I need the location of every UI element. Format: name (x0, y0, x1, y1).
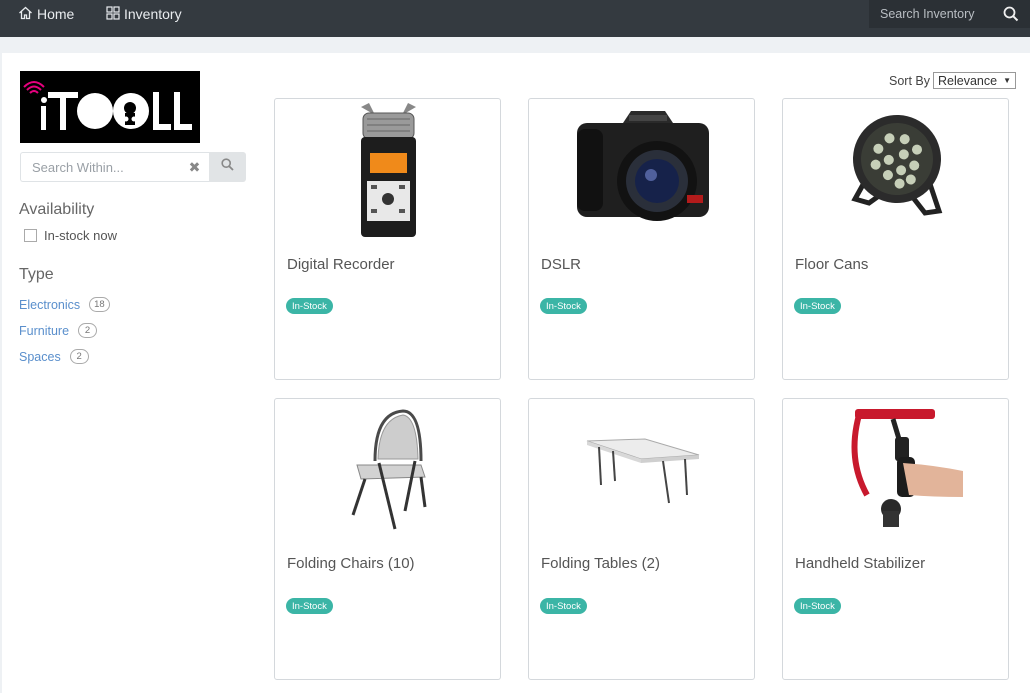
in-stock-badge: In-Stock (540, 298, 587, 314)
nav-home-label: Home (37, 6, 75, 22)
nav-inventory-link[interactable]: Inventory (106, 0, 182, 28)
par-light-image (783, 99, 1010, 244)
sort-value: Relevance (938, 73, 998, 88)
search-icon (221, 158, 234, 176)
in-stock-badge: In-Stock (286, 598, 333, 614)
type-facet-furniture[interactable]: Furniture 2 (19, 323, 98, 338)
home-icon (18, 6, 37, 23)
search-within-group: ✖ (20, 152, 246, 182)
in-stock-badge: In-Stock (794, 598, 841, 614)
facet-count: 2 (78, 323, 98, 338)
in-stock-badge: In-Stock (286, 298, 333, 314)
facet-label[interactable]: Electronics (19, 298, 80, 312)
search-icon[interactable] (1003, 6, 1019, 27)
type-facet-electronics[interactable]: Electronics 18 (19, 297, 110, 312)
in-stock-badge: In-Stock (540, 598, 587, 614)
search-within-input[interactable] (20, 152, 180, 182)
product-card-digital-recorder[interactable]: Digital Recorder In-Stock (274, 98, 501, 380)
search-within-button[interactable] (209, 152, 246, 182)
availability-heading: Availability (19, 201, 95, 218)
sort-label: Sort By (889, 73, 930, 88)
folding-table-image (529, 399, 756, 544)
product-card-dslr[interactable]: DSLR In-Stock (528, 98, 755, 380)
clear-icon[interactable]: ✖ (180, 152, 209, 182)
type-heading: Type (19, 266, 54, 283)
facet-count: 2 (69, 349, 89, 364)
stabilizer-image (783, 399, 1010, 544)
product-card-handheld-stabilizer[interactable]: Handheld Stabilizer In-Stock (782, 398, 1009, 680)
sort-control: Sort By Relevance ▼ (889, 72, 1016, 89)
sort-select[interactable]: Relevance ▼ (933, 72, 1016, 89)
product-title[interactable]: Folding Tables (2) (541, 555, 660, 572)
top-search-box (869, 0, 1030, 28)
product-title[interactable]: Folding Chairs (10) (287, 555, 415, 572)
in-stock-checkbox[interactable] (24, 229, 37, 242)
product-title[interactable]: Floor Cans (795, 256, 868, 273)
type-facet-spaces[interactable]: Spaces 2 (19, 349, 89, 364)
audio-recorder-image (275, 99, 502, 244)
facet-count: 18 (89, 297, 110, 312)
product-card-folding-chairs[interactable]: Folding Chairs (10) In-Stock (274, 398, 501, 680)
top-navbar: Home Inventory (0, 0, 1030, 37)
product-title[interactable]: DSLR (541, 256, 581, 273)
product-title[interactable]: Handheld Stabilizer (795, 555, 925, 572)
facet-label[interactable]: Furniture (19, 324, 69, 338)
product-title[interactable]: Digital Recorder (287, 256, 395, 273)
nav-home-link[interactable]: Home (18, 0, 74, 28)
grid-icon (106, 5, 124, 23)
dropdown-arrow-icon: ▼ (1003, 76, 1011, 85)
product-card-folding-tables[interactable]: Folding Tables (2) In-Stock (528, 398, 755, 680)
in-stock-filter[interactable]: In-stock now (24, 228, 117, 243)
in-stock-label: In-stock now (44, 228, 117, 243)
inventory-search-input[interactable] (880, 7, 1000, 21)
product-card-floor-cans[interactable]: Floor Cans In-Stock (782, 98, 1009, 380)
folding-chair-image (275, 399, 502, 544)
itooll-logo[interactable] (20, 71, 200, 143)
nav-inventory-label: Inventory (124, 6, 182, 22)
facet-label[interactable]: Spaces (19, 350, 61, 364)
camera-image (529, 99, 756, 244)
in-stock-badge: In-Stock (794, 298, 841, 314)
